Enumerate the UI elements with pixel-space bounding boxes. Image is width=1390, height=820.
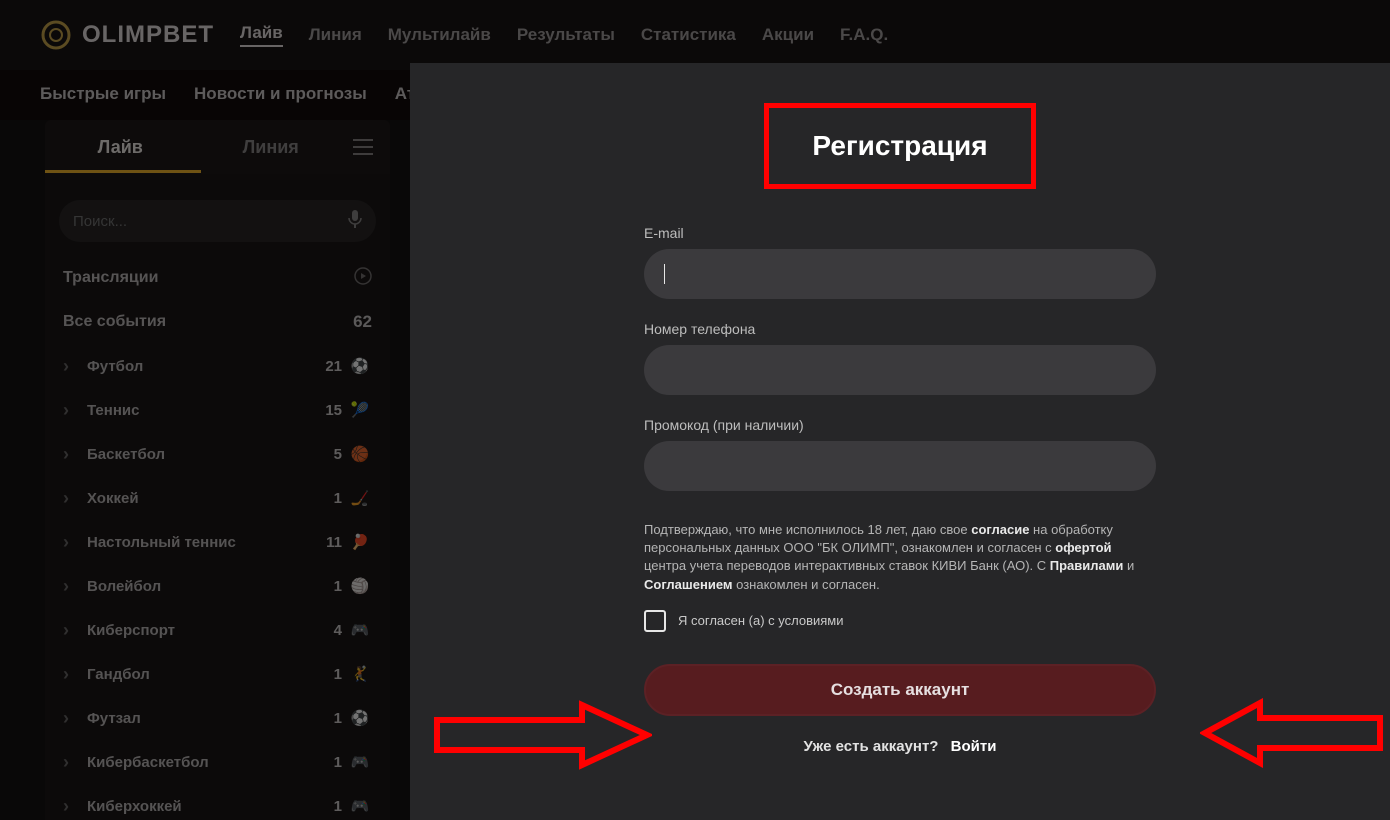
agree-checkbox[interactable] [644, 610, 666, 632]
email-label: E-mail [644, 225, 1156, 241]
consent-link[interactable]: согласие [971, 522, 1029, 537]
already-label: Уже есть аккаунт? [804, 738, 939, 755]
promo-label: Промокод (при наличии) [644, 417, 1156, 433]
login-link[interactable]: Войти [951, 738, 997, 755]
text-caret-icon [664, 264, 665, 284]
already-account-row: Уже есть аккаунт? Войти [644, 738, 1156, 755]
registration-title-highlight: Регистрация [764, 103, 1036, 189]
create-account-button[interactable]: Создать аккаунт [644, 664, 1156, 716]
agreement-link[interactable]: Соглашением [644, 577, 733, 592]
rules-link[interactable]: Правилами [1050, 558, 1124, 573]
registration-title: Регистрация [779, 130, 1021, 162]
agree-row: Я согласен (а) с условиями [644, 610, 1156, 632]
email-field-wrapper [644, 249, 1156, 321]
promo-input[interactable] [644, 441, 1156, 491]
phone-input[interactable] [644, 345, 1156, 395]
email-input[interactable] [644, 249, 1156, 299]
agree-label: Я согласен (а) с условиями [678, 613, 844, 628]
phone-label: Номер телефона [644, 321, 1156, 337]
registration-modal: Регистрация E-mail Номер телефона Промок… [410, 63, 1390, 820]
legal-text: Подтверждаю, что мне исполнилось 18 лет,… [644, 521, 1156, 594]
offer-link[interactable]: офертой [1055, 540, 1111, 555]
